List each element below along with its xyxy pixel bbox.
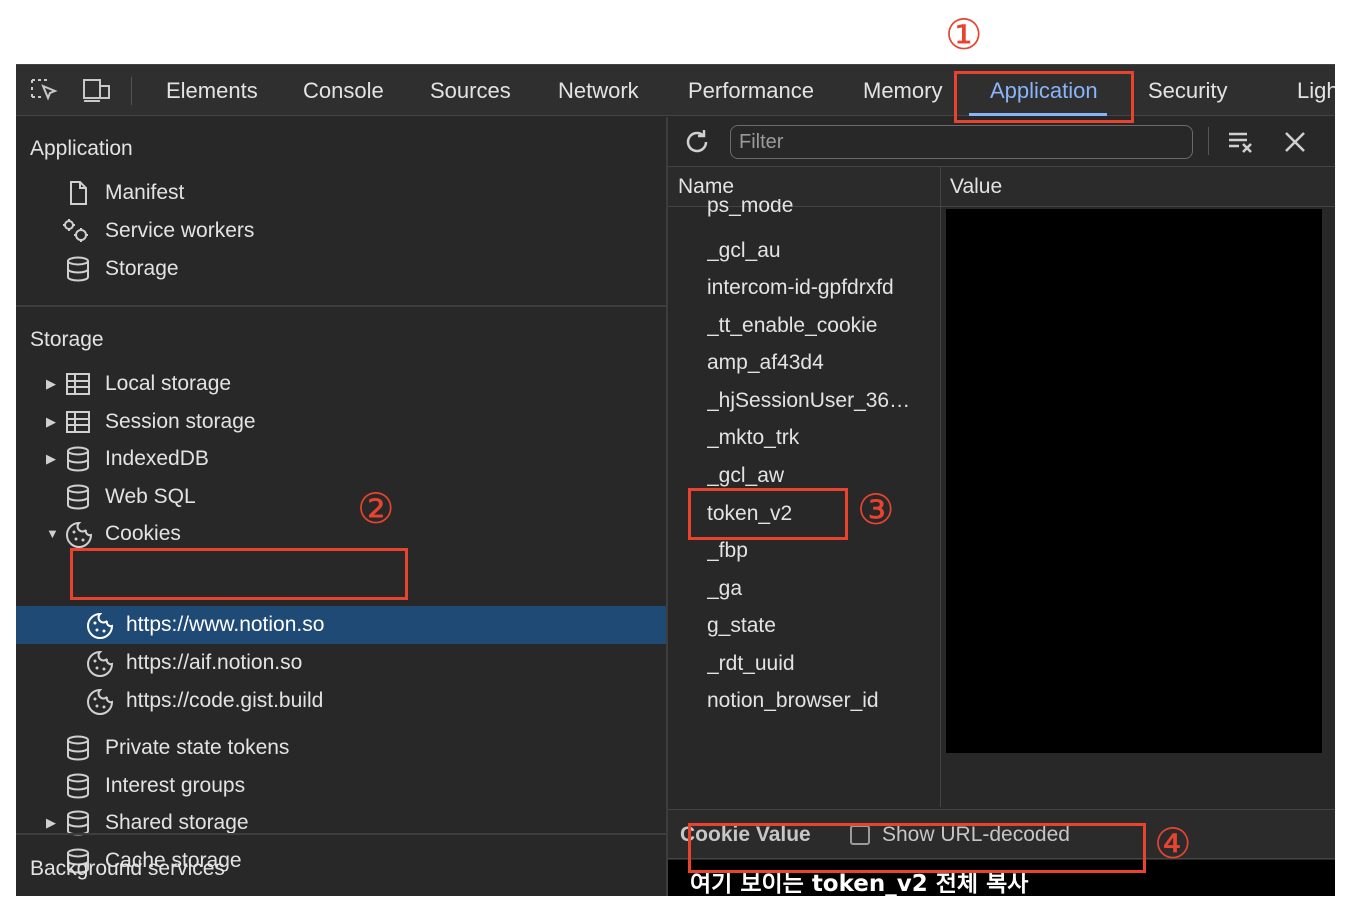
step-number-3: ③ xyxy=(857,485,895,534)
cookie-row-name[interactable]: intercom-id-gpfdrxfd xyxy=(707,270,929,306)
sidebar-item-session-storage[interactable]: ▶ Session storage xyxy=(46,404,256,440)
database-icon xyxy=(65,484,91,510)
inspect-element-icon[interactable] xyxy=(30,77,60,105)
highlight-token-v2-row xyxy=(688,488,848,540)
cookie-icon xyxy=(86,612,114,639)
cookie-icon xyxy=(86,650,114,677)
tab-security[interactable]: Security xyxy=(1148,65,1227,117)
expand-arrow-icon[interactable]: ▶ xyxy=(46,404,56,440)
highlight-notion-cookie-host xyxy=(70,548,408,600)
sidebar-item-cookies[interactable]: ▼ Cookies xyxy=(46,516,181,552)
cookie-row-name[interactable]: _ga xyxy=(707,571,929,607)
cookie-host-notion[interactable]: https://www.notion.so xyxy=(86,607,324,643)
highlight-application-tab xyxy=(954,71,1134,123)
toolbar-separator xyxy=(131,77,132,105)
cookie-host-label: https://code.gist.build xyxy=(126,689,324,712)
sidebar-item-manifest[interactable]: Manifest xyxy=(65,175,184,211)
cookie-row-name[interactable]: _rdt_uuid xyxy=(707,646,929,682)
database-icon xyxy=(65,773,91,799)
expand-arrow-icon[interactable]: ▶ xyxy=(46,805,56,841)
step-number-1: ① xyxy=(945,10,983,59)
delete-selected-icon[interactable] xyxy=(1280,127,1310,157)
step-number-2: ② xyxy=(357,484,395,533)
section-divider xyxy=(16,305,666,307)
cookie-row-name[interactable]: _tt_enable_cookie xyxy=(707,308,929,344)
tab-console[interactable]: Console xyxy=(303,65,384,117)
sidebar-item-interest-groups[interactable]: Interest groups xyxy=(46,768,245,804)
section-title-background-services: Background services xyxy=(30,857,225,880)
cookie-host-label: https://aif.notion.so xyxy=(126,651,303,674)
application-sidebar: Application Manifest Service workers Sto… xyxy=(16,117,666,896)
filter-input[interactable] xyxy=(730,125,1193,159)
database-icon xyxy=(65,256,91,282)
tab-sources[interactable]: Sources xyxy=(430,65,511,117)
tab-memory[interactable]: Memory xyxy=(863,65,942,117)
gears-icon xyxy=(61,218,88,244)
cookie-host-gist[interactable]: https://code.gist.build xyxy=(86,683,323,719)
section-title-storage: Storage xyxy=(30,328,104,351)
sidebar-item-label: Service workers xyxy=(105,219,255,242)
cookie-row-name[interactable]: amp_af43d4 xyxy=(707,345,929,381)
file-icon xyxy=(65,180,91,206)
collapse-arrow-icon[interactable]: ▼ xyxy=(46,516,59,552)
column-header-value[interactable]: Value xyxy=(950,167,1002,207)
expand-arrow-icon[interactable]: ▶ xyxy=(46,441,56,477)
cookie-row-name[interactable]: _mkto_trk xyxy=(707,420,929,456)
tab-elements[interactable]: Elements xyxy=(166,65,258,117)
column-separator xyxy=(940,167,941,807)
sidebar-item-shared-storage[interactable]: ▶ Shared storage xyxy=(46,805,249,841)
section-divider xyxy=(16,833,666,835)
devtools-window: Elements Console Sources Network Perform… xyxy=(16,64,1335,896)
sidebar-item-service-workers[interactable]: Service workers xyxy=(63,213,255,249)
cookie-row-name[interactable]: notion_browser_id xyxy=(707,683,929,719)
cookie-row-name[interactable]: _hjSessionUser_36… xyxy=(707,383,929,419)
cookie-host-label: https://www.notion.so xyxy=(126,613,325,636)
highlight-cookie-value xyxy=(688,823,1146,873)
sidebar-item-web-sql[interactable]: Web SQL xyxy=(46,479,196,515)
clear-filtered-icon[interactable] xyxy=(1226,127,1256,157)
table-icon xyxy=(65,409,91,435)
database-icon xyxy=(65,446,91,472)
cookie-icon xyxy=(86,688,114,715)
device-toolbar-icon[interactable] xyxy=(82,77,112,105)
sidebar-item-indexeddb[interactable]: ▶ IndexedDB xyxy=(46,441,209,477)
expand-arrow-icon[interactable]: ▶ xyxy=(46,366,56,402)
table-icon xyxy=(65,371,91,397)
cookie-row-name[interactable]: g_state xyxy=(707,608,929,644)
cookie-icon xyxy=(65,521,93,548)
filter-separator xyxy=(1208,127,1209,155)
section-title-application: Application xyxy=(30,137,133,160)
tab-performance[interactable]: Performance xyxy=(688,65,814,117)
cookie-row-name[interactable]: ps_mode xyxy=(707,199,929,223)
sidebar-item-local-storage[interactable]: ▶ Local storage xyxy=(46,366,231,402)
cookies-filter-bar xyxy=(668,117,1335,167)
tab-lighthouse[interactable]: Ligh xyxy=(1297,65,1335,117)
devtools-toolbar: Elements Console Sources Network Perform… xyxy=(16,64,1335,116)
sidebar-item-private-state-tokens[interactable]: Private state tokens xyxy=(46,730,289,766)
sidebar-item-storage-overview[interactable]: Storage xyxy=(65,251,179,287)
cookie-values-redacted xyxy=(946,209,1322,753)
step-number-4: ④ xyxy=(1154,819,1192,868)
cookie-row-name[interactable]: _gcl_au xyxy=(707,233,929,269)
tab-network[interactable]: Network xyxy=(558,65,639,117)
refresh-icon[interactable] xyxy=(682,127,712,157)
database-icon xyxy=(65,735,91,761)
cookie-host-aif[interactable]: https://aif.notion.so xyxy=(86,645,302,681)
